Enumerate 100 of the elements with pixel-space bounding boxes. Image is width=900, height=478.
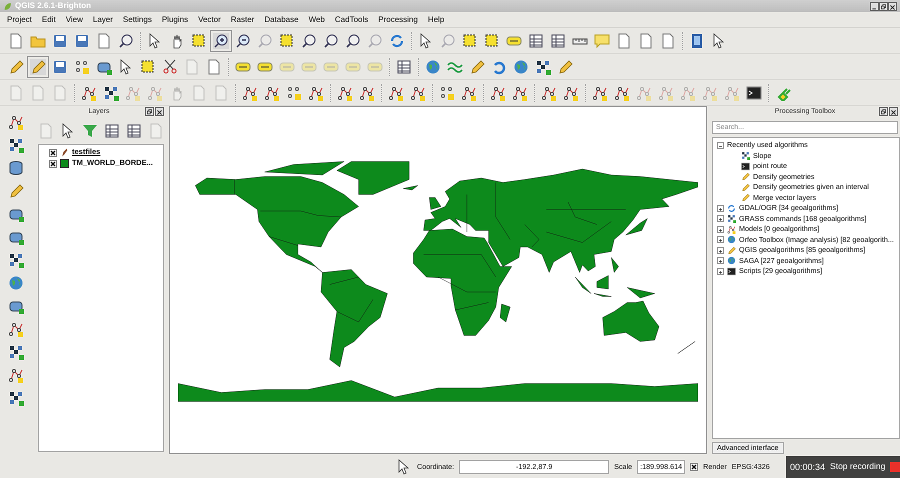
menu-item[interactable]: Vector [193,14,226,24]
menu-item[interactable]: CadTools [330,14,374,24]
polyline-icon[interactable] [242,84,258,100]
polyline-icon[interactable] [8,321,24,337]
document-icon[interactable] [660,32,676,48]
magnifier-icon[interactable] [118,32,134,48]
selection-icon[interactable] [191,32,207,48]
document-icon[interactable] [96,32,112,48]
terminal-icon[interactable] [746,84,762,100]
zoom-in-icon[interactable] [213,32,229,48]
plus-box-icon[interactable] [717,204,724,212]
selection-icon[interactable] [484,32,500,48]
table-icon[interactable] [104,123,120,139]
plus-box-icon[interactable] [717,257,724,264]
layer-checkbox[interactable] [49,148,57,156]
save-icon[interactable] [74,32,90,48]
pencil-icon[interactable] [469,58,485,74]
polyline-icon[interactable] [563,84,579,100]
raster-icon[interactable] [535,58,551,74]
polyline-icon[interactable] [614,84,630,100]
minimize-button[interactable] [870,2,879,10]
raster-icon[interactable] [8,344,24,360]
document-icon[interactable] [8,32,24,48]
render-checkbox[interactable] [690,463,698,471]
layer-checkbox[interactable] [49,160,57,168]
stop-recording-button[interactable]: Stop recording [830,462,886,472]
plus-box-icon[interactable] [717,215,724,222]
cursor-icon[interactable] [147,32,163,48]
pencil-icon[interactable] [8,183,24,199]
plus-box-icon[interactable] [717,246,724,254]
restore-button[interactable] [879,2,888,10]
close-button[interactable] [889,107,898,116]
table-icon[interactable] [550,32,566,48]
selection-icon[interactable] [279,32,295,48]
book-icon[interactable] [689,32,705,48]
database-icon[interactable] [8,160,24,176]
polyline-icon[interactable] [512,84,528,100]
polyline-icon[interactable] [461,84,477,100]
menu-item[interactable]: View [60,14,88,24]
plus-box-icon[interactable] [717,268,724,275]
plus-box-icon[interactable] [717,226,724,233]
polyline-icon[interactable] [81,84,97,100]
menu-item[interactable]: Processing [373,14,423,24]
cursor-icon[interactable] [396,459,412,475]
magnifier-icon[interactable] [345,32,361,48]
menu-item[interactable]: Project [2,14,37,24]
minus-box-icon[interactable] [717,142,724,149]
globe-icon[interactable] [8,275,24,291]
menu-item[interactable]: Edit [36,14,61,24]
save-icon[interactable] [52,32,68,48]
polyline-icon[interactable] [410,84,426,100]
polyline-icon[interactable] [337,84,353,100]
menu-item[interactable]: Web [304,14,330,24]
cursor-icon[interactable] [60,123,76,139]
polyline-icon[interactable] [388,84,404,100]
table-icon[interactable] [528,32,544,48]
menu-item[interactable]: Settings [118,14,157,24]
polyline-icon[interactable] [541,84,557,100]
close-button[interactable] [888,2,897,10]
polyline-icon[interactable] [359,84,375,100]
table-icon[interactable] [396,58,412,74]
selection-icon[interactable] [462,32,478,48]
selection-icon[interactable] [140,58,156,74]
document-icon[interactable] [206,58,222,74]
polyline-icon[interactable] [8,114,24,130]
polyline-icon[interactable] [8,367,24,383]
menu-item[interactable]: Help [422,14,450,24]
cursor-icon[interactable] [118,58,134,74]
polyline-icon[interactable] [308,84,324,100]
refresh-icon[interactable] [389,32,405,48]
globe-icon[interactable] [513,58,529,74]
globe-icon[interactable] [425,58,441,74]
menu-item[interactable]: Plugins [156,14,194,24]
nodes-icon[interactable] [74,58,90,74]
raster-icon[interactable] [8,252,24,268]
magnifier-icon[interactable] [323,32,339,48]
raster-icon[interactable] [103,84,119,100]
scissors-icon[interactable] [162,58,178,74]
close-button[interactable] [155,107,164,116]
raster-icon[interactable] [8,137,24,153]
pencil-icon[interactable] [557,58,573,74]
menu-item[interactable]: Layer [88,14,118,24]
save-icon[interactable] [52,58,68,74]
nodes-icon[interactable] [439,84,455,100]
cursor-icon[interactable] [711,32,727,48]
pencil-icon[interactable] [8,58,24,74]
float-button[interactable] [145,107,154,116]
magnifier-icon[interactable] [301,32,317,48]
raster-icon[interactable] [8,390,24,406]
cursor-icon[interactable] [418,32,434,48]
polyline-icon[interactable] [592,84,608,100]
document-icon[interactable] [616,32,632,48]
table-icon[interactable] [126,123,142,139]
map-canvas[interactable] [169,106,707,454]
zoom-out-icon[interactable] [235,32,251,48]
polyline-icon[interactable] [490,84,506,100]
document-icon[interactable] [638,32,654,48]
pencil-icon[interactable] [30,58,46,74]
float-button[interactable] [879,107,888,116]
nodes-icon[interactable] [286,84,302,100]
